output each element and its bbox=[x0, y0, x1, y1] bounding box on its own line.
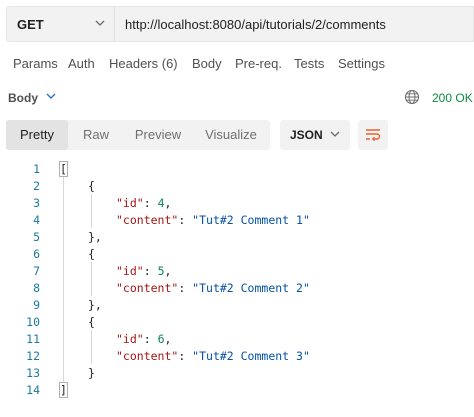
json-number: 6 bbox=[157, 332, 165, 346]
tab-auth[interactable]: Auth bbox=[68, 56, 95, 71]
line-number: 2 bbox=[33, 179, 40, 193]
json-key: "content" bbox=[116, 213, 179, 227]
method-select[interactable]: GET bbox=[6, 6, 114, 42]
status-badge: 200 OK bbox=[432, 91, 473, 105]
response-bar: Body 200 OK bbox=[0, 88, 474, 110]
tab-params[interactable]: Params bbox=[13, 56, 58, 71]
code-line: [ bbox=[59, 161, 68, 177]
tab-visualize[interactable]: Visualize bbox=[192, 120, 270, 150]
line-number: 8 bbox=[33, 281, 40, 295]
code-line: }, bbox=[88, 230, 102, 244]
tab-headers[interactable]: Headers (6) bbox=[109, 56, 178, 71]
tab-raw[interactable]: Raw bbox=[68, 120, 124, 150]
chevron-down-icon bbox=[330, 131, 340, 137]
wrap-lines-icon bbox=[366, 129, 381, 142]
tab-settings[interactable]: Settings bbox=[338, 56, 385, 71]
tab-pre-request[interactable]: Pre-req. bbox=[235, 56, 282, 71]
array-open-bracket: [ bbox=[59, 161, 68, 177]
line-number: 3 bbox=[33, 196, 40, 210]
indent-guide bbox=[91, 330, 92, 364]
line-number: 9 bbox=[33, 298, 40, 312]
code-line: "id": 4, bbox=[116, 196, 172, 210]
globe-icon[interactable] bbox=[404, 89, 420, 105]
format-select[interactable]: JSON bbox=[280, 120, 350, 150]
line-number: 11 bbox=[26, 332, 40, 346]
object-close-brace: }, bbox=[88, 230, 102, 244]
line-number: 10 bbox=[26, 315, 40, 329]
json-string: "Tut#2 Comment 2" bbox=[192, 281, 310, 295]
format-label: JSON bbox=[290, 128, 323, 142]
line-number: 7 bbox=[33, 264, 40, 278]
line-number: 4 bbox=[33, 213, 40, 227]
object-close-brace: } bbox=[88, 366, 95, 380]
object-open-brace: { bbox=[88, 247, 95, 261]
line-number: 14 bbox=[26, 383, 40, 397]
indent-guide bbox=[63, 177, 64, 383]
code-line: }, bbox=[88, 298, 102, 312]
indent-guide bbox=[91, 194, 92, 228]
json-number: 4 bbox=[157, 196, 165, 210]
response-section-label: Body bbox=[8, 91, 38, 105]
json-key: "content" bbox=[116, 349, 179, 363]
code-line: { bbox=[88, 247, 95, 261]
method-label: GET bbox=[17, 16, 44, 32]
chevron-down-icon bbox=[46, 93, 56, 99]
line-number: 6 bbox=[33, 247, 40, 261]
object-close-brace: }, bbox=[88, 298, 102, 312]
object-open-brace: { bbox=[88, 179, 95, 193]
code-line: ] bbox=[59, 382, 68, 398]
indent-guide bbox=[91, 262, 92, 296]
wrap-lines-button[interactable] bbox=[358, 120, 388, 150]
code-line: "content": "Tut#2 Comment 3" bbox=[116, 349, 310, 363]
tab-tests[interactable]: Tests bbox=[294, 56, 324, 71]
code-line: "content": "Tut#2 Comment 1" bbox=[116, 213, 310, 227]
line-number: 5 bbox=[33, 230, 40, 244]
line-number: 13 bbox=[26, 366, 40, 380]
code-line: } bbox=[88, 366, 95, 380]
tab-body[interactable]: Body bbox=[192, 56, 222, 71]
array-close-bracket: ] bbox=[59, 382, 68, 398]
line-number: 1 bbox=[33, 162, 40, 176]
response-body-code[interactable]: 1 2 3 4 5 6 7 8 9 10 11 12 13 14 [ { "id… bbox=[0, 160, 474, 400]
code-line: { bbox=[88, 315, 95, 329]
json-key: "id" bbox=[116, 332, 144, 346]
tab-preview[interactable]: Preview bbox=[124, 120, 192, 150]
code-line: { bbox=[88, 179, 95, 193]
json-string: "Tut#2 Comment 3" bbox=[192, 349, 310, 363]
response-view-tabs: Pretty Raw Preview Visualize bbox=[6, 120, 270, 150]
json-key: "content" bbox=[116, 281, 179, 295]
tab-pretty[interactable]: Pretty bbox=[6, 120, 68, 150]
chevron-down-icon bbox=[95, 20, 105, 26]
json-key: "id" bbox=[116, 196, 144, 210]
json-number: 5 bbox=[157, 264, 165, 278]
code-line: "content": "Tut#2 Comment 2" bbox=[116, 281, 310, 295]
response-section-select[interactable]: Body bbox=[8, 91, 56, 105]
url-input[interactable]: http://localhost:8080/api/tutorials/2/co… bbox=[114, 6, 474, 42]
json-key: "id" bbox=[116, 264, 144, 278]
code-line: "id": 6, bbox=[116, 332, 172, 346]
url-text: http://localhost:8080/api/tutorials/2/co… bbox=[125, 16, 386, 32]
request-bar: GET http://localhost:8080/api/tutorials/… bbox=[6, 6, 474, 42]
object-open-brace: { bbox=[88, 315, 95, 329]
json-string: "Tut#2 Comment 1" bbox=[192, 213, 310, 227]
line-number: 12 bbox=[26, 349, 40, 363]
code-line: "id": 5, bbox=[116, 264, 172, 278]
